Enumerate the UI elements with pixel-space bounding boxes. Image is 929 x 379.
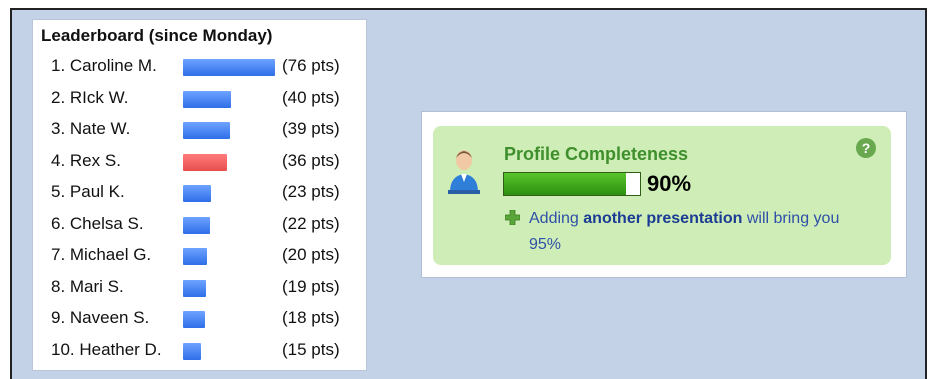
leaderboard-name: 6. Chelsa S. bbox=[51, 213, 144, 233]
leaderboard-name: 4. Rex S. bbox=[51, 150, 121, 170]
leaderboard-bar bbox=[183, 248, 207, 265]
leaderboard-bar bbox=[183, 122, 230, 139]
leaderboard-row: 3. Nate W. (39 pts) bbox=[33, 117, 366, 143]
user-avatar-icon bbox=[448, 150, 480, 194]
leaderboard-bar bbox=[183, 90, 231, 108]
leaderboard-row: 1. Caroline M. (76 pts) bbox=[33, 54, 366, 80]
leaderboard-name: 5. Paul K. bbox=[51, 182, 125, 201]
profile-progress-fill bbox=[504, 173, 627, 195]
leaderboard-row: 7. Michael G. (20 pts) bbox=[33, 243, 366, 269]
profile-suggestion: Adding another presentation will bring y… bbox=[529, 206, 849, 258]
leaderboard-name: 7. Michael G. bbox=[51, 245, 152, 264]
leaderboard-name: 9. Naveen S. bbox=[51, 308, 150, 327]
profile-progress-bar bbox=[503, 172, 641, 196]
help-icon[interactable]: ? bbox=[856, 138, 876, 158]
leaderboard-bar bbox=[183, 153, 227, 171]
plus-icon bbox=[505, 210, 520, 225]
suggestion-prefix: Adding bbox=[529, 210, 584, 227]
leaderboard-points: (22 pts) bbox=[282, 213, 340, 233]
leaderboard-points: (76 pts) bbox=[282, 56, 340, 75]
leaderboard-points: (40 pts) bbox=[282, 87, 340, 107]
leaderboard-bar bbox=[183, 185, 211, 202]
leaderboard-row: 8. Mari S. (19 pts) bbox=[33, 275, 366, 301]
leaderboard-row: 9. Naveen S. (18 pts) bbox=[33, 306, 366, 332]
leaderboard-row: 6. Chelsa S. (22 pts) bbox=[33, 212, 366, 238]
leaderboard-points: (20 pts) bbox=[282, 245, 340, 264]
leaderboard-points: (15 pts) bbox=[282, 339, 340, 359]
leaderboard-row: 10. Heather D. (15 pts) bbox=[33, 338, 366, 364]
leaderboard-name: 1. Caroline M. bbox=[51, 56, 157, 75]
leaderboard-title: Leaderboard (since Monday) bbox=[41, 26, 273, 45]
leaderboard-bar bbox=[183, 311, 205, 328]
profile-completeness-box: Profile Completeness ? 90% Adding anothe… bbox=[433, 126, 891, 265]
leaderboard-name: 2. RIck W. bbox=[51, 87, 129, 107]
leaderboard-bar bbox=[183, 342, 201, 360]
leaderboard-points: (36 pts) bbox=[282, 150, 340, 170]
leaderboard-points: (39 pts) bbox=[282, 119, 340, 138]
profile-percent: 90% bbox=[647, 171, 692, 196]
profile-completeness-title: Profile Completeness bbox=[504, 144, 689, 164]
leaderboard-name: 3. Nate W. bbox=[51, 119, 131, 138]
leaderboard-points: (18 pts) bbox=[282, 308, 340, 327]
profile-completeness-panel: Profile Completeness ? 90% Adding anothe… bbox=[422, 112, 906, 277]
add-presentation-link[interactable]: another presentation bbox=[583, 210, 742, 227]
leaderboard-points: (23 pts) bbox=[282, 182, 340, 201]
leaderboard-row: 2. RIck W. (40 pts) bbox=[33, 86, 366, 112]
leaderboard-name: 8. Mari S. bbox=[51, 276, 124, 296]
leaderboard-panel: Leaderboard (since Monday) 1. Caroline M… bbox=[33, 20, 366, 370]
leaderboard-row: 5. Paul K. (23 pts) bbox=[33, 180, 366, 206]
leaderboard-name: 10. Heather D. bbox=[51, 339, 162, 359]
leaderboard-row: 4. Rex S. (36 pts) bbox=[33, 149, 366, 175]
leaderboard-bar bbox=[183, 279, 206, 297]
leaderboard-points: (19 pts) bbox=[282, 276, 340, 296]
leaderboard-bar bbox=[183, 59, 275, 76]
leaderboard-bar bbox=[183, 216, 210, 234]
